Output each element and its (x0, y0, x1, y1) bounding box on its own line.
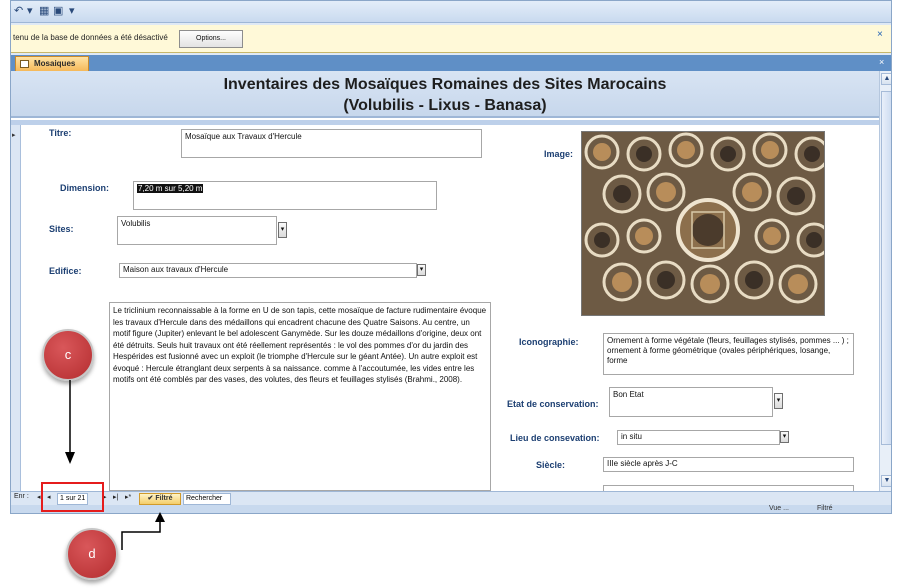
sites-label: Sites: (49, 224, 74, 234)
dropdown-icon[interactable]: ▾ (27, 5, 33, 18)
table-icon[interactable]: ▦ (39, 5, 49, 18)
lieu-dropdown-button[interactable]: ▾ (780, 431, 789, 443)
etat-dropdown-button[interactable]: ▾ (774, 393, 783, 409)
record-navigation-bar: Enr : ◂ ◂ 1 sur 21 ▸ ▸| ▸* ✔ Filtré Rech… (11, 491, 891, 505)
page-subtitle: (Volubilis - Lixus - Banasa) (343, 97, 547, 114)
annotation-highlight-box (41, 482, 104, 512)
vertical-scrollbar[interactable]: ▲ ▼ (879, 71, 891, 491)
filter-toggle-button[interactable]: ✔ Filtré (139, 493, 181, 505)
customize-icon[interactable]: ▾ (69, 5, 75, 18)
annotation-circle-d: d (66, 528, 118, 580)
sites-combobox[interactable]: Volubilis (117, 216, 277, 245)
annotation-circle-c: c (42, 329, 94, 381)
form-header: Inventaires des Mosaïques Romaines des S… (11, 71, 879, 118)
mosaic-picture (582, 132, 824, 315)
lieu-label: Lieu de consevation: (510, 433, 600, 443)
search-field[interactable]: Rechercher (183, 493, 231, 505)
dimension-label: Dimension: (60, 183, 110, 193)
etat-combobox[interactable]: Bon Etat (609, 387, 773, 417)
sites-value: Volubilis (121, 219, 151, 228)
save-icon[interactable]: ▣ (53, 5, 63, 18)
scroll-down-icon[interactable]: ▼ (881, 475, 891, 487)
iconographie-field[interactable]: Ornement à forme végétale (fleurs, feuil… (603, 333, 854, 375)
titre-field[interactable]: Mosaïque aux Travaux d'Hercule (181, 129, 482, 158)
header-separator (11, 120, 879, 125)
lieu-combobox[interactable]: in situ (617, 430, 780, 445)
undo-icon[interactable]: ↶ (14, 5, 23, 18)
status-view: Vue ... (769, 505, 789, 512)
image-label: Image: (544, 149, 574, 159)
options-button[interactable]: Options... (179, 30, 243, 48)
scroll-thumb[interactable] (881, 91, 891, 445)
record-marker-icon: ▸ (12, 132, 16, 139)
filter-label: Filtré (155, 495, 173, 502)
annotation-arrow-up (121, 512, 165, 550)
siecle-label: Siècle: (536, 460, 566, 470)
description-textarea[interactable]: Le triclinium reconnaissable à la forme … (109, 302, 491, 491)
dimension-value: 7,20 m sur 5,20 m (137, 184, 204, 193)
annotation-label-c: c (64, 347, 72, 362)
edifice-label: Edifice: (49, 266, 82, 276)
siecle-field[interactable]: IIIe siècle après J-C (603, 457, 854, 472)
last-record-icon[interactable]: ▸| (113, 493, 118, 501)
quick-access-toolbar: ↶ ▾ ▦ ▣ ▾ (11, 1, 891, 23)
page-title: Inventaires des Mosaïques Romaines des S… (223, 76, 667, 93)
scroll-up-icon[interactable]: ▲ (881, 73, 891, 85)
tab-mosaiques[interactable]: Mosaiques (15, 56, 89, 71)
form-body: Inventaires des Mosaïques Romaines des S… (11, 71, 879, 495)
access-window: ↶ ▾ ▦ ▣ ▾ tenu de la base de données a é… (10, 0, 892, 514)
security-warning-text: tenu de la base de données a été désacti… (13, 33, 168, 42)
edifice-value: Maison aux travaux d'Hercule (123, 265, 229, 274)
mosaic-image (581, 131, 825, 316)
document-tab-strip: Mosaiques × (11, 55, 891, 71)
edifice-dropdown-button[interactable]: ▾ (417, 264, 426, 276)
new-record-icon[interactable]: ▸* (125, 493, 131, 501)
etat-label: Etat de conservation: (507, 399, 599, 409)
form-icon (20, 60, 29, 68)
record-selector[interactable]: ▸ (11, 125, 21, 491)
iconographie-label: Iconographie: (519, 337, 579, 347)
close-form-icon[interactable]: × (879, 57, 884, 67)
dimension-field[interactable]: 7,20 m sur 5,20 m (133, 181, 437, 210)
security-message-bar: tenu de la base de données a été désacti… (11, 25, 891, 53)
etat-value: Bon Etat (613, 390, 644, 399)
titre-label: Titre: (49, 128, 72, 138)
close-icon[interactable]: × (877, 29, 883, 40)
status-filtered: Filtré (817, 505, 833, 512)
record-prefix: Enr : (14, 493, 29, 500)
edifice-combobox[interactable]: Maison aux travaux d'Hercule (119, 263, 417, 278)
tab-label: Mosaiques (34, 59, 76, 68)
lieu-value: in situ (621, 432, 642, 441)
sites-dropdown-button[interactable]: ▾ (278, 222, 287, 238)
annotation-arrow-down (65, 380, 75, 464)
first-record-icon[interactable]: ◂ (37, 493, 41, 501)
annotation-label-d: d (88, 546, 96, 561)
